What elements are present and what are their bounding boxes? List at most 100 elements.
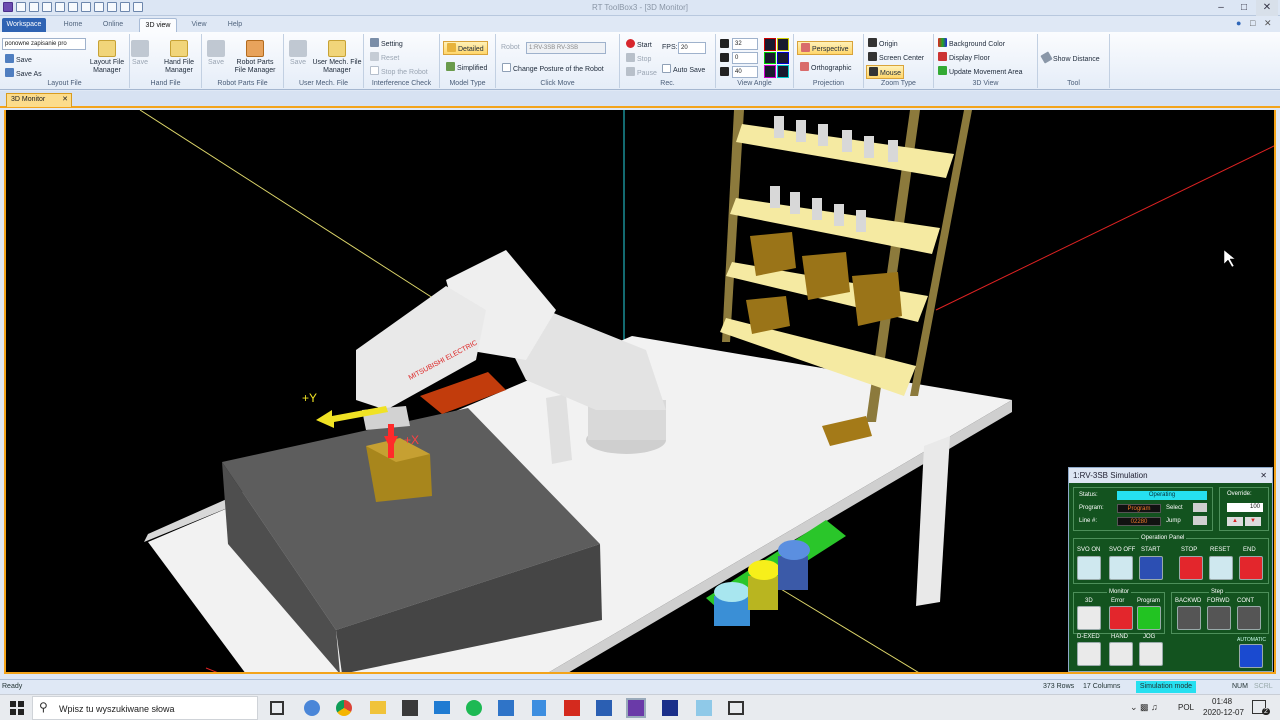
- update-movement-area-button[interactable]: Update Movement Area: [938, 66, 1023, 76]
- view-preset-icon[interactable]: [777, 38, 789, 51]
- hand-save-button[interactable]: Save: [122, 40, 158, 67]
- maximize-icon[interactable]: □: [1233, 0, 1255, 16]
- tab-help[interactable]: Help: [218, 18, 252, 32]
- reset-button[interactable]: [1209, 556, 1233, 580]
- step-backward-button[interactable]: [1177, 606, 1201, 630]
- usermech-save-button[interactable]: Save: [280, 40, 316, 67]
- select-icon[interactable]: [1193, 503, 1207, 512]
- mail-icon[interactable]: [434, 701, 450, 714]
- error-button[interactable]: [1109, 606, 1133, 630]
- step-forward-button[interactable]: [1207, 606, 1231, 630]
- tray-icons[interactable]: ⌄ ▩ ♫: [1130, 702, 1158, 713]
- rec-stop-button[interactable]: Stop: [626, 53, 651, 63]
- restore-icon[interactable]: □: [1250, 18, 1255, 28]
- display-floor-button[interactable]: Display Floor: [938, 52, 990, 62]
- word-icon[interactable]: [596, 700, 612, 716]
- fps-select[interactable]: 20: [678, 42, 706, 54]
- orthographic-button[interactable]: Orthographic: [800, 62, 851, 72]
- store-icon[interactable]: [402, 700, 418, 716]
- screen-center-button[interactable]: Screen Center: [868, 52, 924, 62]
- help-icon[interactable]: ●: [1236, 18, 1241, 28]
- 3d-monitor-button[interactable]: [1077, 606, 1101, 630]
- simplified-button[interactable]: Simplified: [446, 62, 487, 72]
- direct-execute-button[interactable]: [1077, 642, 1101, 666]
- windows-start-icon[interactable]: [10, 701, 24, 715]
- close-icon[interactable]: ✕: [1256, 0, 1278, 16]
- layout-save-button[interactable]: Save: [5, 54, 32, 64]
- step-label: Step: [1209, 589, 1226, 595]
- view-preset-icon[interactable]: [764, 65, 776, 78]
- change-posture-checkbox[interactable]: Change Posture of the Robot: [502, 63, 604, 73]
- task-view-icon[interactable]: [270, 701, 284, 715]
- override-up-icon[interactable]: ▲: [1227, 517, 1243, 526]
- perspective-button[interactable]: Perspective: [797, 41, 853, 55]
- media-icon[interactable]: [498, 700, 514, 716]
- hand-file-manager-button[interactable]: Hand File Manager: [154, 40, 204, 75]
- chrome-icon[interactable]: [336, 700, 352, 716]
- view-preset-icon[interactable]: [777, 65, 789, 78]
- continue-button[interactable]: [1237, 606, 1261, 630]
- angle-z-input[interactable]: 40: [732, 66, 758, 78]
- svo-off-button[interactable]: [1109, 556, 1133, 580]
- start-button[interactable]: [1139, 556, 1163, 580]
- clock-time[interactable]: 01:48: [1212, 697, 1232, 706]
- view-preset-icon[interactable]: [764, 51, 776, 65]
- stop-button[interactable]: [1179, 556, 1203, 580]
- robot-parts-manager-button[interactable]: Robot Parts File Manager: [230, 40, 280, 75]
- tab-home[interactable]: Home: [56, 18, 90, 32]
- search-box[interactable]: ⚲ Wpisz tu wyszukiwane słowa: [32, 696, 258, 720]
- view-preset-icon[interactable]: [764, 38, 776, 51]
- app-window-icon[interactable]: [696, 700, 712, 716]
- tab-3d-view[interactable]: 3D view: [139, 18, 177, 32]
- parts-save-button[interactable]: Save: [198, 40, 234, 67]
- rt-toolbox-icon[interactable]: [626, 698, 646, 718]
- tab-online[interactable]: Online: [96, 18, 130, 32]
- view-preset-icon[interactable]: [777, 51, 789, 65]
- override-down-icon[interactable]: ▼: [1245, 517, 1261, 526]
- pdf-icon[interactable]: [564, 700, 580, 716]
- tab-view[interactable]: View: [182, 18, 216, 32]
- tab-workspace[interactable]: Workspace: [2, 18, 46, 32]
- jog-button[interactable]: [1139, 642, 1163, 666]
- stop-robot-checkbox[interactable]: Stop the Robot: [370, 66, 428, 76]
- detailed-button[interactable]: Detailed: [443, 41, 488, 55]
- end-button[interactable]: [1239, 556, 1263, 580]
- program-button[interactable]: [1137, 606, 1161, 630]
- interference-setting-button[interactable]: Setting: [370, 38, 403, 48]
- close-tab-icon[interactable]: ✕: [62, 94, 68, 106]
- folder-icon: [170, 40, 188, 57]
- user-mech-manager-button[interactable]: User Mech. File Manager: [312, 40, 362, 75]
- minimize-icon[interactable]: –: [1210, 0, 1232, 16]
- interference-reset-button[interactable]: Reset: [370, 52, 399, 62]
- melfa-icon[interactable]: [662, 700, 678, 716]
- layout-save-as-button[interactable]: Save As: [5, 68, 42, 78]
- file-explorer-icon[interactable]: [370, 701, 386, 714]
- angle-x-input[interactable]: 32: [732, 38, 758, 50]
- close-panel-icon[interactable]: ✕: [1260, 468, 1267, 483]
- scrl-indicator: SCRL: [1254, 683, 1273, 690]
- background-color-button[interactable]: Background Color: [938, 38, 1005, 48]
- close-doc-icon[interactable]: ✕: [1264, 18, 1272, 29]
- origin-button[interactable]: Origin: [868, 38, 898, 48]
- svo-on-button[interactable]: [1077, 556, 1101, 580]
- auto-save-checkbox[interactable]: Auto Save: [662, 64, 705, 74]
- rec-pause-button[interactable]: Pause: [626, 67, 657, 77]
- jump-icon[interactable]: [1193, 516, 1207, 525]
- taskbar-app-icon[interactable]: [304, 700, 320, 716]
- angle-y-input[interactable]: 0: [732, 52, 758, 64]
- robot-select[interactable]: 1:RV-3SB RV-3SB: [526, 42, 606, 54]
- rec-start-button[interactable]: Start: [626, 39, 652, 49]
- layout-dropdown[interactable]: ponowne zapisanie pro: [2, 38, 86, 50]
- automatic-button[interactable]: [1239, 644, 1263, 668]
- tab-3d-monitor[interactable]: 3D Monitor ✕: [6, 93, 72, 107]
- clock-date[interactable]: 2020-12-07: [1203, 708, 1244, 717]
- calculator-icon[interactable]: [532, 700, 546, 716]
- x-axis-line: [935, 145, 1274, 311]
- show-distance-button[interactable]: Show Distance: [1040, 51, 1100, 64]
- hand-button[interactable]: [1109, 642, 1133, 666]
- spotify-icon[interactable]: [466, 700, 482, 716]
- override-input[interactable]: 100: [1227, 503, 1263, 512]
- window-icon[interactable]: [728, 701, 744, 715]
- mouse-button[interactable]: Mouse: [866, 65, 905, 79]
- language-indicator[interactable]: POL: [1178, 703, 1194, 712]
